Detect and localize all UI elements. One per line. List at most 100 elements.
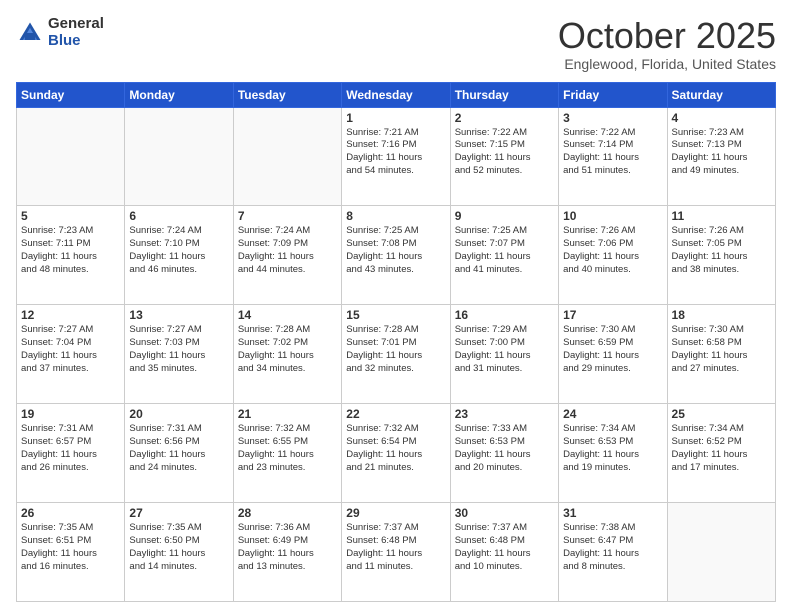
table-row: 16 Sunrise: 7:29 AM Sunset: 7:00 PM Dayli…	[450, 305, 558, 404]
table-row: 10Sunrise: 7:26 AM Sunset: 7:06 PM Dayli…	[559, 206, 667, 305]
day-info: Sunrise: 7:35 AM Sunset: 6:51 PM Dayligh…	[21, 522, 120, 573]
table-row: 1Sunrise: 7:21 AM Sunset: 7:16 PM Daylig…	[342, 107, 450, 206]
calendar-week-row: 12Sunrise: 7:27 AM Sunset: 7:04 PM Dayli…	[17, 305, 776, 404]
day-number: 8	[346, 209, 445, 223]
table-row: 5 Sunrise: 7:23 AM Sunset: 7:11 PM Daylig…	[17, 206, 125, 305]
day-number: 30	[455, 506, 554, 520]
calendar-week-row: 19 Sunrise: 7:31 AM Sunset: 6:57 PM Dayli…	[17, 404, 776, 503]
table-row: 23 Sunrise: 7:33 AM Sunset: 6:53 PM Dayli…	[450, 404, 558, 503]
day-number: 18	[672, 308, 771, 322]
table-row	[125, 107, 233, 206]
day-info: Sunrise: 7:37 AM Sunset: 6:48 PM Dayligh…	[346, 522, 445, 573]
table-row: 26 Sunrise: 7:35 AM Sunset: 6:51 PM Dayli…	[17, 503, 125, 602]
day-number: 11	[672, 209, 771, 223]
day-info: Sunrise: 7:32 AM Sunset: 6:54 PM Dayligh…	[346, 423, 445, 474]
table-row: 4 Sunrise: 7:23 AM Sunset: 7:13 PM Daylig…	[667, 107, 775, 206]
calendar-header-row: Sunday Monday Tuesday Wednesday Thursday…	[17, 82, 776, 107]
day-number: 23	[455, 407, 554, 421]
table-row: 29 Sunrise: 7:37 AM Sunset: 6:48 PM Dayli…	[342, 503, 450, 602]
day-number: 27	[129, 506, 228, 520]
table-row: 6 Sunrise: 7:24 AM Sunset: 7:10 PM Daylig…	[125, 206, 233, 305]
table-row: 22Sunrise: 7:32 AM Sunset: 6:54 PM Dayli…	[342, 404, 450, 503]
day-info: Sunrise: 7:31 AM Sunset: 6:56 PM Dayligh…	[129, 423, 228, 474]
day-info: Sunrise: 7:37 AM Sunset: 6:48 PM Dayligh…	[455, 522, 554, 573]
day-number: 15	[346, 308, 445, 322]
day-info: Sunrise: 7:28 AM Sunset: 7:01 PM Dayligh…	[346, 324, 445, 375]
calendar-week-row: 5 Sunrise: 7:23 AM Sunset: 7:11 PM Daylig…	[17, 206, 776, 305]
day-number: 7	[238, 209, 337, 223]
page: General Blue October 2025 Englewood, Flo…	[0, 0, 792, 612]
table-row: 20 Sunrise: 7:31 AM Sunset: 6:56 PM Dayli…	[125, 404, 233, 503]
table-row: 24Sunrise: 7:34 AM Sunset: 6:53 PM Dayli…	[559, 404, 667, 503]
day-number: 4	[672, 111, 771, 125]
day-info: Sunrise: 7:30 AM Sunset: 6:58 PM Dayligh…	[672, 324, 771, 375]
day-info: Sunrise: 7:33 AM Sunset: 6:53 PM Dayligh…	[455, 423, 554, 474]
day-info: Sunrise: 7:28 AM Sunset: 7:02 PM Dayligh…	[238, 324, 337, 375]
location: Englewood, Florida, United States	[558, 56, 776, 72]
day-info: Sunrise: 7:24 AM Sunset: 7:10 PM Dayligh…	[129, 225, 228, 276]
col-sunday: Sunday	[17, 82, 125, 107]
day-info: Sunrise: 7:35 AM Sunset: 6:50 PM Dayligh…	[129, 522, 228, 573]
day-number: 5	[21, 209, 120, 223]
logo-blue: Blue	[48, 33, 104, 50]
day-info: Sunrise: 7:34 AM Sunset: 6:53 PM Dayligh…	[563, 423, 662, 474]
table-row: 27 Sunrise: 7:35 AM Sunset: 6:50 PM Dayli…	[125, 503, 233, 602]
col-wednesday: Wednesday	[342, 82, 450, 107]
day-info: Sunrise: 7:30 AM Sunset: 6:59 PM Dayligh…	[563, 324, 662, 375]
day-info: Sunrise: 7:22 AM Sunset: 7:15 PM Dayligh…	[455, 127, 554, 178]
table-row: 12Sunrise: 7:27 AM Sunset: 7:04 PM Dayli…	[17, 305, 125, 404]
day-number: 28	[238, 506, 337, 520]
col-friday: Friday	[559, 82, 667, 107]
table-row	[17, 107, 125, 206]
day-info: Sunrise: 7:27 AM Sunset: 7:03 PM Dayligh…	[129, 324, 228, 375]
day-number: 13	[129, 308, 228, 322]
day-number: 25	[672, 407, 771, 421]
table-row: 31Sunrise: 7:38 AM Sunset: 6:47 PM Dayli…	[559, 503, 667, 602]
day-info: Sunrise: 7:25 AM Sunset: 7:08 PM Dayligh…	[346, 225, 445, 276]
calendar-week-row: 1Sunrise: 7:21 AM Sunset: 7:16 PM Daylig…	[17, 107, 776, 206]
table-row: 18 Sunrise: 7:30 AM Sunset: 6:58 PM Dayli…	[667, 305, 775, 404]
day-number: 31	[563, 506, 662, 520]
col-saturday: Saturday	[667, 82, 775, 107]
day-info: Sunrise: 7:25 AM Sunset: 7:07 PM Dayligh…	[455, 225, 554, 276]
col-monday: Monday	[125, 82, 233, 107]
day-number: 20	[129, 407, 228, 421]
table-row: 21 Sunrise: 7:32 AM Sunset: 6:55 PM Dayli…	[233, 404, 341, 503]
table-row: 25Sunrise: 7:34 AM Sunset: 6:52 PM Dayli…	[667, 404, 775, 503]
day-number: 16	[455, 308, 554, 322]
month-title: October 2025	[558, 16, 776, 56]
day-number: 29	[346, 506, 445, 520]
logo: General Blue	[16, 16, 104, 49]
day-info: Sunrise: 7:26 AM Sunset: 7:05 PM Dayligh…	[672, 225, 771, 276]
day-number: 17	[563, 308, 662, 322]
day-info: Sunrise: 7:24 AM Sunset: 7:09 PM Dayligh…	[238, 225, 337, 276]
table-row: 17 Sunrise: 7:30 AM Sunset: 6:59 PM Dayli…	[559, 305, 667, 404]
day-number: 21	[238, 407, 337, 421]
day-info: Sunrise: 7:29 AM Sunset: 7:00 PM Dayligh…	[455, 324, 554, 375]
table-row: 14Sunrise: 7:28 AM Sunset: 7:02 PM Dayli…	[233, 305, 341, 404]
calendar-table: Sunday Monday Tuesday Wednesday Thursday…	[16, 82, 776, 602]
day-info: Sunrise: 7:23 AM Sunset: 7:11 PM Dayligh…	[21, 225, 120, 276]
table-row: 30 Sunrise: 7:37 AM Sunset: 6:48 PM Dayli…	[450, 503, 558, 602]
day-number: 26	[21, 506, 120, 520]
table-row: 3Sunrise: 7:22 AM Sunset: 7:14 PM Daylig…	[559, 107, 667, 206]
day-number: 19	[21, 407, 120, 421]
calendar-week-row: 26 Sunrise: 7:35 AM Sunset: 6:51 PM Dayli…	[17, 503, 776, 602]
table-row: 15 Sunrise: 7:28 AM Sunset: 7:01 PM Dayli…	[342, 305, 450, 404]
day-info: Sunrise: 7:23 AM Sunset: 7:13 PM Dayligh…	[672, 127, 771, 178]
day-info: Sunrise: 7:32 AM Sunset: 6:55 PM Dayligh…	[238, 423, 337, 474]
day-info: Sunrise: 7:27 AM Sunset: 7:04 PM Dayligh…	[21, 324, 120, 375]
day-number: 3	[563, 111, 662, 125]
day-number: 2	[455, 111, 554, 125]
title-block: October 2025 Englewood, Florida, United …	[558, 16, 776, 72]
table-row	[233, 107, 341, 206]
table-row: 7 Sunrise: 7:24 AM Sunset: 7:09 PM Daylig…	[233, 206, 341, 305]
day-info: Sunrise: 7:21 AM Sunset: 7:16 PM Dayligh…	[346, 127, 445, 178]
day-number: 10	[563, 209, 662, 223]
table-row: 13 Sunrise: 7:27 AM Sunset: 7:03 PM Dayli…	[125, 305, 233, 404]
logo-text: General Blue	[48, 16, 104, 49]
table-row	[667, 503, 775, 602]
day-number: 6	[129, 209, 228, 223]
table-row: 9Sunrise: 7:25 AM Sunset: 7:07 PM Daylig…	[450, 206, 558, 305]
day-info: Sunrise: 7:31 AM Sunset: 6:57 PM Dayligh…	[21, 423, 120, 474]
